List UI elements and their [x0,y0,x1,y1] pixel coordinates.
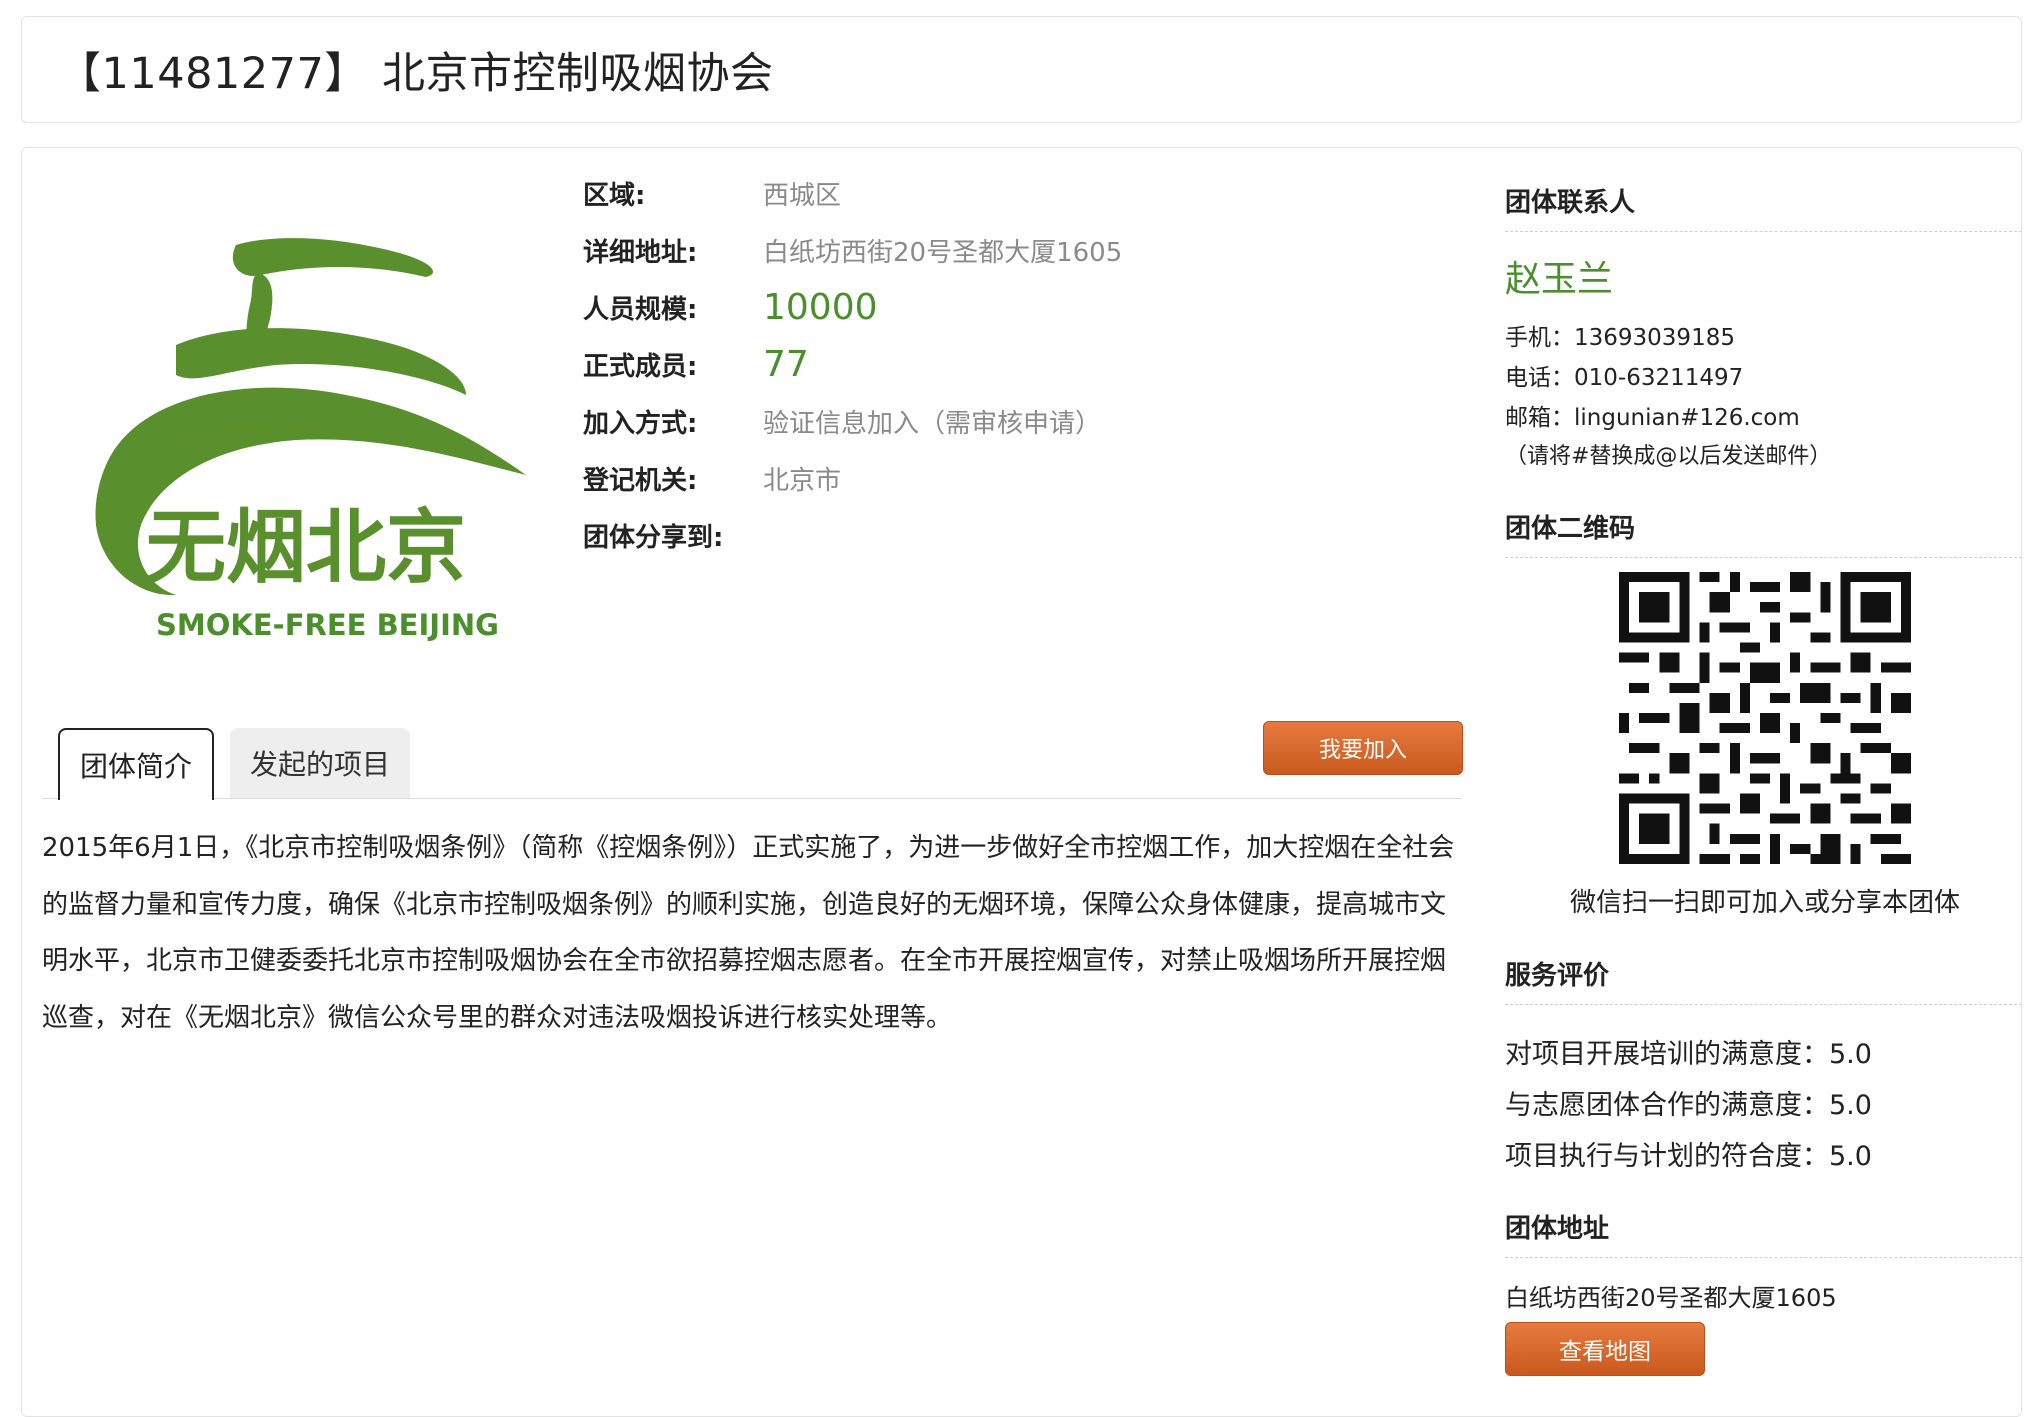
info-label: 详细地址: [583,238,698,268]
info-value: 白纸坊西街20号圣都大厦1605 [763,238,1123,268]
info-row-area: 区域: 西城区 [583,165,1463,222]
info-row-address: 详细地址: 白纸坊西街20号圣都大厦1605 [583,222,1463,279]
info-value: 10000 [763,287,878,328]
tab-bar: 团体简介 发起的项目 [42,728,1462,800]
info-label: 登记机关: [583,466,698,496]
contact-email: 邮箱：lingunian#126.com [1505,405,1800,431]
qr-section-title: 团体二维码 [1505,508,2022,558]
qr-code-icon [1619,572,1911,864]
contact-phone: 电话：010-63211497 [1505,365,1744,391]
contact-name[interactable]: 赵玉兰 [1505,250,1613,302]
info-label: 团体分享到: [583,523,724,553]
contact-mobile: 手机：13693039185 [1505,325,1735,351]
rating-section-title: 服务评价 [1505,955,2022,1005]
title-card: 【11481277】 北京市控制吸烟协会 [21,16,2022,123]
info-row-registrar: 登记机关: 北京市 [583,450,1463,507]
rating-item: 项目执行与计划的符合度：5.0 [1505,1141,1872,1172]
smoke-free-beijing-logo: 无烟北京 SMOKE-FREE BEIJING [95,238,527,642]
address-section-title: 团体地址 [1505,1208,2022,1258]
view-map-button[interactable]: 查看地图 [1505,1322,1705,1376]
info-value: 77 [763,344,809,385]
info-value: 北京市 [763,466,842,496]
logo-cn-text: 无烟北京 [146,501,466,594]
info-row-share: 团体分享到: [583,507,1463,564]
info-label: 区域: [583,181,646,211]
info-label: 加入方式: [583,409,698,439]
group-description: 2015年6月1日，《北京市控制吸烟条例》（简称《控烟条例》）正式实施了，为进一… [42,833,1455,1033]
info-row-join-method: 加入方式: 验证信息加入（需审核申请） [583,393,1463,450]
join-button[interactable]: 我要加入 [1263,721,1463,775]
info-row-size: 人员规模: 10000 [583,279,1463,336]
contact-email-note: （请将#替换成@以后发送邮件） [1505,444,1832,469]
info-value: 西城区 [763,181,842,211]
page-title: 【11481277】 北京市控制吸烟协会 [58,48,774,99]
info-label: 正式成员: [583,352,698,382]
info-value: 验证信息加入（需审核申请） [763,409,1102,439]
tab-projects[interactable]: 发起的项目 [230,728,410,798]
rating-item: 与志愿团体合作的满意度：5.0 [1505,1090,1872,1121]
rating-item: 对项目开展培训的满意度：5.0 [1505,1039,1872,1070]
group-address: 白纸坊西街20号圣都大厦1605 [1505,1284,1837,1312]
qr-caption: 微信扫一扫即可加入或分享本团体 [1569,888,1960,918]
info-list: 区域: 西城区 详细地址: 白纸坊西街20号圣都大厦1605 人员规模: 100… [583,165,1463,564]
info-row-members: 正式成员: 77 [583,336,1463,393]
contact-section-title: 团体联系人 [1505,182,2022,232]
logo-en-text: SMOKE-FREE BEIJING [156,608,499,642]
info-label: 人员规模: [583,295,698,325]
tab-intro[interactable]: 团体简介 [58,728,214,800]
